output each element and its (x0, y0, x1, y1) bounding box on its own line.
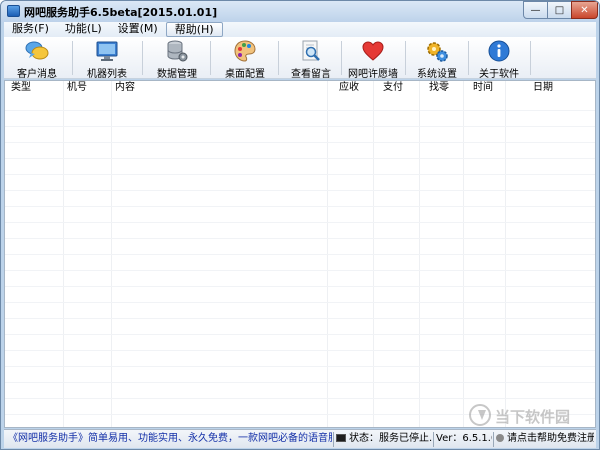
machine-list-button[interactable]: 机器列表 (78, 37, 136, 80)
system-settings-button[interactable]: 系统设置 (408, 37, 466, 80)
info-icon (487, 39, 511, 63)
minimize-icon: — (530, 4, 541, 16)
menu-function[interactable]: 功能(L) (57, 22, 110, 37)
machine-list-label: 机器列表 (87, 69, 127, 80)
toolbar: 客户消息 机器列表 数据管理 桌面配置 查看留言 网吧许愿墙 系统设置 关于软件 (4, 37, 596, 80)
desktop-config-button[interactable]: 桌面配置 (216, 37, 274, 80)
toolbar-separator (405, 41, 406, 75)
menu-service[interactable]: 服务(F) (4, 22, 57, 37)
records-table[interactable]: 类型 机号 内容 应收 支付 找零 时间 日期 (4, 80, 596, 428)
menu-help[interactable]: 帮助(H) (165, 22, 223, 37)
menu-settings[interactable]: 设置(M) (110, 22, 166, 37)
view-messages-button[interactable]: 查看留言 (282, 37, 340, 80)
palette-icon (233, 39, 257, 63)
close-button[interactable]: ✕ (571, 1, 598, 19)
desktop-config-label: 桌面配置 (225, 69, 265, 80)
status-divider (493, 432, 494, 447)
watermark-text: 当下软件园 (495, 408, 571, 426)
column-paid[interactable]: 支付 (379, 81, 403, 95)
database-icon (165, 39, 189, 63)
toolbar-separator (468, 41, 469, 75)
heart-icon (361, 39, 385, 63)
menu-bar: 服务(F) 功能(L) 设置(M) 帮助(H) (4, 22, 596, 37)
status-version: Ver：6.5.1.0 (436, 433, 492, 444)
close-icon: ✕ (580, 4, 589, 16)
table-body (5, 95, 595, 427)
column-type[interactable]: 类型 (7, 81, 31, 95)
status-divider (333, 432, 334, 447)
wish-wall-button[interactable]: 网吧许愿墙 (342, 37, 404, 80)
chat-bubbles-icon (25, 39, 49, 63)
monitor-icon (95, 39, 119, 63)
system-settings-label: 系统设置 (417, 69, 457, 80)
wish-wall-label: 网吧许愿墙 (348, 69, 398, 80)
column-machine-number[interactable]: 机号 (63, 81, 87, 95)
customer-messages-label: 客户消息 (17, 69, 57, 80)
data-management-button[interactable]: 数据管理 (148, 37, 206, 80)
window-title: 网吧服务助手6.5beta[2015.01.01] (24, 6, 218, 19)
maximize-icon: □ (554, 4, 565, 16)
about-button[interactable]: 关于软件 (470, 37, 528, 80)
data-management-label: 数据管理 (157, 69, 197, 80)
status-state-text: 状态：服务已停止... (349, 433, 432, 444)
status-help-text[interactable]: 请点击帮助免费注册... (507, 433, 594, 444)
app-icon (7, 5, 20, 17)
column-content[interactable]: 内容 (111, 81, 135, 95)
table-header: 类型 机号 内容 应收 支付 找零 时间 日期 (5, 81, 595, 95)
view-messages-label: 查看留言 (291, 69, 331, 80)
toolbar-separator (142, 41, 143, 75)
toolbar-separator (210, 41, 211, 75)
maximize-button[interactable]: □ (547, 1, 572, 19)
column-receivable[interactable]: 应收 (335, 81, 359, 95)
gears-icon (425, 39, 449, 63)
toolbar-separator (278, 41, 279, 75)
status-bar: 《网吧服务助手》简单易用、功能实用、永久免费，一款网吧必备的语音服务软件! 状态… (4, 429, 596, 448)
column-change[interactable]: 找零 (425, 81, 449, 95)
status-help[interactable]: 请点击帮助免费注册... (496, 431, 594, 448)
app-window: 网吧服务助手6.5beta[2015.01.01] — □ ✕ 服务(F) 功能… (0, 0, 600, 450)
title-bar[interactable]: 网吧服务助手6.5beta[2015.01.01] — □ ✕ (1, 1, 599, 22)
monitor-status-icon (336, 434, 346, 442)
about-label: 关于软件 (479, 69, 519, 80)
status-divider (433, 432, 434, 447)
customer-messages-button[interactable]: 客户消息 (8, 37, 66, 80)
status-slogan: 《网吧服务助手》简单易用、功能实用、永久免费，一款网吧必备的语音服务软件! (8, 433, 332, 444)
minimize-button[interactable]: — (523, 1, 548, 19)
column-date[interactable]: 日期 (529, 81, 553, 95)
dot-icon (496, 434, 504, 442)
toolbar-separator (72, 41, 73, 75)
column-time[interactable]: 时间 (469, 81, 493, 95)
status-state: 状态：服务已停止... (336, 431, 432, 448)
toolbar-separator (530, 41, 531, 75)
magnifier-document-icon (299, 39, 323, 63)
download-arrow-icon (469, 404, 491, 426)
watermark: 当下软件园 (469, 404, 589, 426)
